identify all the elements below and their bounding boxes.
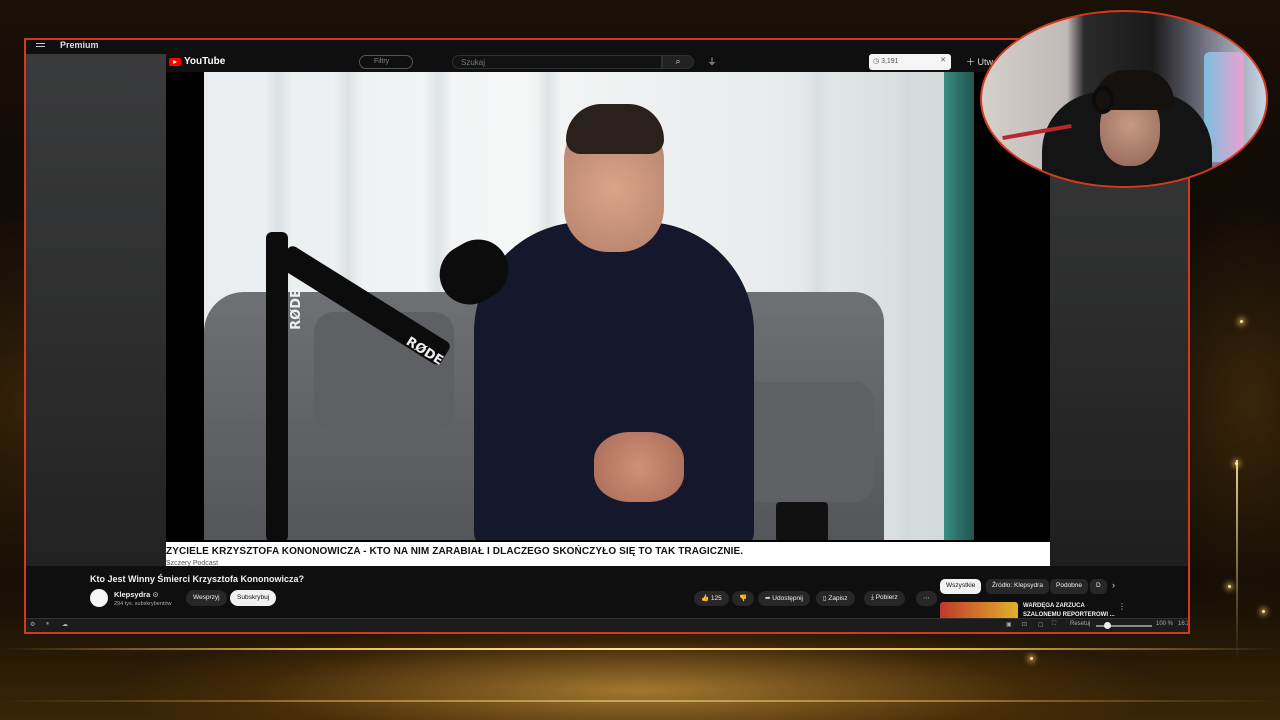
menu-icon[interactable]	[36, 43, 45, 44]
premium-logo[interactable]: Premium	[60, 40, 99, 50]
inner-youtube-header: YouTube Filtry Szukaj ⌕ ⏚ ◷ 3,191 ✕ ＋ Ut…	[166, 54, 1050, 72]
window-icon[interactable]: ▢	[1038, 621, 1044, 628]
screenshot-icon[interactable]: ⊡	[1022, 621, 1027, 628]
gold-line-lower	[0, 700, 1280, 702]
sparkle	[1228, 585, 1231, 588]
chip-similar[interactable]: Podobne	[1050, 579, 1089, 594]
curtain	[894, 72, 922, 540]
recommendation-title-line1: WARDĘGA ZARZUCA	[1023, 603, 1085, 609]
thumbs-down-icon: 👎	[739, 595, 748, 602]
close-icon[interactable]: ✕	[940, 56, 946, 64]
person-hands	[594, 432, 684, 502]
channel-avatar[interactable]	[90, 589, 108, 607]
search-icon: ⌕	[675, 56, 681, 66]
sparkle	[1235, 462, 1238, 465]
channel-name[interactable]: Klepsydra ⊙	[114, 590, 159, 599]
chip-all[interactable]: Wszystkie	[940, 579, 982, 594]
support-button[interactable]: Wesprzyj	[186, 590, 227, 606]
thumbs-up-icon: 👍	[701, 595, 711, 602]
search-input[interactable]: Szukaj	[452, 55, 662, 69]
mic-stand	[266, 232, 288, 540]
video-title: Kto Jest Winny Śmierci Krzysztofa Konono…	[90, 574, 304, 584]
fit-icon[interactable]: ▣	[1006, 621, 1012, 628]
sparkle	[1030, 657, 1033, 660]
fullscreen-icon[interactable]: ⛶	[1052, 621, 1056, 628]
zoom-percent: 100 %	[1156, 621, 1174, 627]
mic-brand-label: RØDE	[288, 289, 304, 330]
more-actions-button[interactable]: ⋯	[916, 591, 937, 606]
verified-icon: ⊙	[152, 590, 159, 599]
microphone-icon: ⏚	[707, 57, 717, 67]
chip-more[interactable]: D	[1090, 579, 1107, 594]
save-label: Zapisz	[828, 595, 848, 602]
channel-name-text: Klepsydra	[114, 590, 151, 599]
video-player[interactable]: RØDE RØDE	[166, 72, 1050, 542]
search-button[interactable]: ⌕	[662, 55, 694, 69]
sparkle	[1262, 610, 1265, 613]
clock-time: 16:2	[1178, 621, 1190, 627]
video-title-strip: ZYCIELE KRZYSZTOFA KONONOWICZA - KTO NA …	[166, 542, 1050, 567]
download-button[interactable]: ⤓ Pobierz	[864, 591, 905, 606]
voice-search-button[interactable]: ⏚	[704, 55, 720, 69]
save-button[interactable]: ▯ Zapisz	[816, 591, 855, 606]
share-label: Udostępnij	[772, 595, 803, 602]
left-panel	[26, 54, 166, 566]
clock-icon: ◷	[873, 58, 882, 65]
filter-pill[interactable]: Filtry	[359, 55, 413, 69]
zoom-slider-knob[interactable]	[1104, 622, 1111, 629]
dislike-button[interactable]: 👎	[732, 591, 755, 606]
reset-label[interactable]: Resetuj	[1070, 621, 1090, 627]
share-button[interactable]: ➦ Udostępnij	[758, 591, 810, 606]
mug	[776, 502, 828, 540]
kebab-menu-icon[interactable]: ⋮	[1118, 602, 1126, 611]
person-hair	[566, 104, 664, 154]
embedded-video-title[interactable]: ZYCIELE KRZYSZTOFA KONONOWICZA - KTO NA …	[166, 546, 743, 557]
gold-line	[0, 648, 1280, 650]
watch-info: Kto Jest Winny Śmierci Krzysztofa Konono…	[26, 566, 1188, 622]
chip-source[interactable]: Źródło: Klepsydra	[986, 579, 1049, 594]
like-button[interactable]: 👍 125	[694, 591, 729, 606]
pause-icon[interactable]: ⏸	[46, 621, 49, 628]
extension-badge[interactable]: ◷ 3,191 ✕	[869, 54, 951, 70]
plus-icon: ＋	[966, 57, 978, 67]
youtube-play-icon	[169, 57, 181, 66]
webcam-overlay	[980, 10, 1268, 188]
extension-count: 3,191	[881, 58, 899, 65]
subscriber-count: 294 tys. subskrybentów	[114, 601, 172, 607]
headset-icon	[1092, 86, 1114, 114]
cloud-icon[interactable]: ☁	[62, 621, 68, 628]
youtube-logo[interactable]: YouTube	[169, 56, 225, 67]
chevron-right-icon[interactable]: ›	[1112, 580, 1115, 590]
settings-icon[interactable]: ⚙	[30, 621, 35, 628]
subscribe-button[interactable]: Subskrybuj	[230, 590, 277, 606]
bottom-status-bar: ⚙ ⏸ ☁ ▣ ⊡ ▢ ⛶ Resetuj 100 % 16:2	[26, 618, 1188, 632]
download-label: Pobierz	[875, 594, 898, 601]
sparkle	[1240, 320, 1243, 323]
like-count: 125	[710, 595, 722, 602]
youtube-logo-text: YouTube	[184, 56, 226, 67]
video-frame: RØDE RØDE	[204, 72, 974, 540]
teal-curtain	[944, 72, 974, 540]
light-beam	[1236, 460, 1238, 660]
